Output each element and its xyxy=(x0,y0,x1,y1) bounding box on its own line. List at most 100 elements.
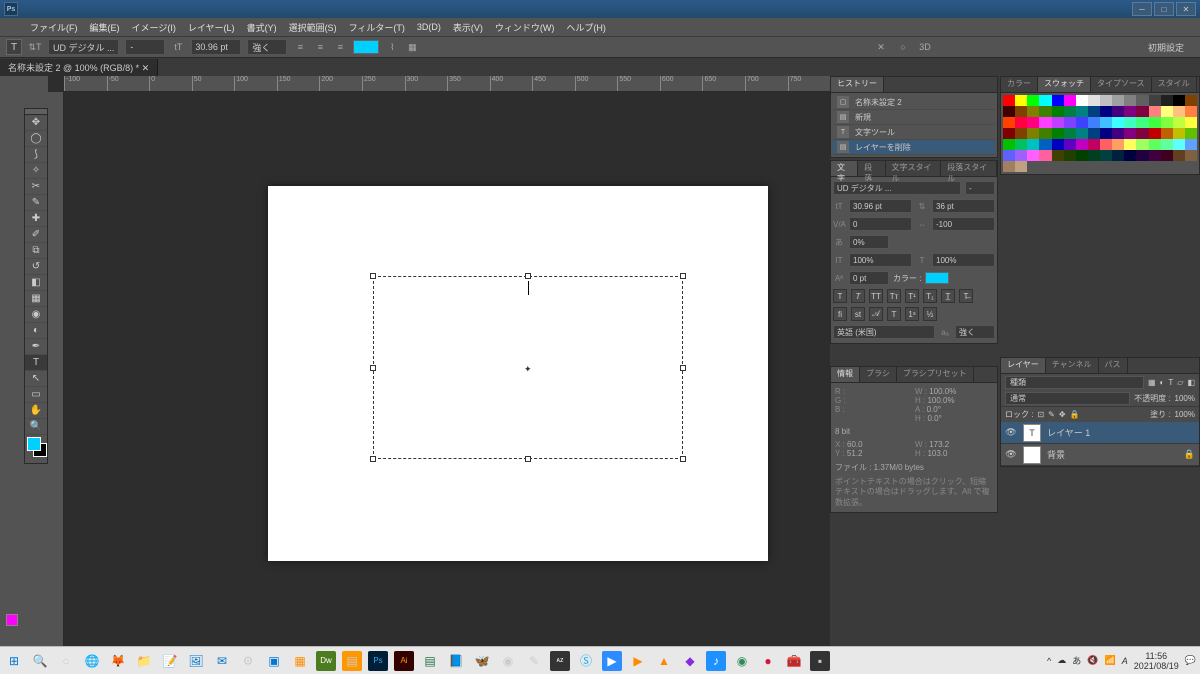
handle-top-right[interactable] xyxy=(680,273,686,279)
dodge-tool[interactable]: ◐ xyxy=(25,323,47,339)
swatch[interactable] xyxy=(1039,150,1051,161)
history-item[interactable]: ▤ 新規 xyxy=(833,110,995,125)
swatch[interactable] xyxy=(1149,150,1161,161)
swatch[interactable] xyxy=(1185,117,1197,128)
excel-icon[interactable]: ▤ xyxy=(420,651,440,671)
tray-ime-icon[interactable]: あ xyxy=(1072,654,1081,667)
blur-tool[interactable]: ◉ xyxy=(25,307,47,323)
underline-button[interactable]: T̲ xyxy=(941,289,955,303)
menu-filter[interactable]: フィルター(T) xyxy=(343,21,411,34)
swatch[interactable] xyxy=(1112,106,1124,117)
vlc-icon[interactable]: ▲ xyxy=(654,651,674,671)
canvas-area[interactable]: -100-50050100150200250300350400450500550… xyxy=(48,76,830,656)
swatch[interactable] xyxy=(1015,95,1027,106)
handle-top-mid[interactable] xyxy=(525,273,531,279)
app-icon-1[interactable]: ▣ xyxy=(264,651,284,671)
swatch[interactable] xyxy=(1088,139,1100,150)
paths-tab[interactable]: パス xyxy=(1099,358,1128,373)
swatch[interactable] xyxy=(1039,139,1051,150)
swatch[interactable] xyxy=(1039,117,1051,128)
cancel-icon[interactable]: ✕ xyxy=(874,40,888,54)
visibility-icon[interactable]: 👁 xyxy=(1005,427,1017,439)
swatch[interactable] xyxy=(1027,95,1039,106)
swatch[interactable] xyxy=(1149,117,1161,128)
menu-file[interactable]: ファイル(F) xyxy=(24,21,84,34)
char-tracking-input[interactable]: -100 xyxy=(932,217,995,231)
app-icon-11[interactable]: ▪ xyxy=(810,651,830,671)
swatch[interactable] xyxy=(1161,117,1173,128)
text-bounding-box[interactable]: ✦ xyxy=(373,276,683,459)
history-tab[interactable]: ヒストリー xyxy=(831,77,884,92)
quick-mask-icon[interactable] xyxy=(6,614,18,626)
menu-help[interactable]: ヘルプ(H) xyxy=(560,21,612,34)
eraser-tool[interactable]: ◧ xyxy=(25,275,47,291)
eyedropper-tool[interactable]: ✎ xyxy=(25,195,47,211)
char-baseline-input[interactable]: 0 pt xyxy=(849,271,889,285)
swatch[interactable] xyxy=(1161,95,1173,106)
3d-icon[interactable]: 3D xyxy=(918,40,932,54)
swatch[interactable] xyxy=(1136,150,1148,161)
swatch[interactable] xyxy=(1052,150,1064,161)
start-button[interactable]: ⊞ xyxy=(4,651,24,671)
swatch[interactable] xyxy=(1027,106,1039,117)
handle-mid-right[interactable] xyxy=(680,365,686,371)
char-panel-icon[interactable]: ▦ xyxy=(405,40,419,54)
filter-shape-icon[interactable]: ▱ xyxy=(1177,378,1183,387)
app-icon-6[interactable]: ✎ xyxy=(524,651,544,671)
char-width-input[interactable]: 100% xyxy=(932,253,995,267)
blend-mode-select[interactable]: 通常 xyxy=(1005,392,1130,405)
swatch[interactable] xyxy=(1088,150,1100,161)
zoom-tool[interactable]: 🔍 xyxy=(25,419,47,435)
app-icon-5[interactable]: ◉ xyxy=(498,651,518,671)
opacity-value[interactable]: 100% xyxy=(1175,394,1195,403)
cortana-icon[interactable]: ○ xyxy=(56,651,76,671)
tray-cloud-icon[interactable]: ☁ xyxy=(1057,655,1066,666)
tray-notification-icon[interactable]: 💬 xyxy=(1185,655,1196,666)
menu-edit[interactable]: 編集(E) xyxy=(84,21,126,34)
swatch[interactable] xyxy=(1039,128,1051,139)
wand-tool[interactable]: ✧ xyxy=(25,163,47,179)
caps-button[interactable]: TT xyxy=(869,289,883,303)
ot-fi[interactable]: fi xyxy=(833,307,847,321)
swatch[interactable] xyxy=(1015,106,1027,117)
italic-button[interactable]: T xyxy=(851,289,865,303)
typesource-tab[interactable]: タイプソース xyxy=(1091,77,1152,92)
char-va-input[interactable]: 0 xyxy=(849,217,912,231)
media-icon[interactable]: ▶ xyxy=(628,651,648,671)
swatch[interactable] xyxy=(1064,95,1076,106)
notepad-icon[interactable]: 📝 xyxy=(160,651,180,671)
document-tab[interactable]: 名称未設定 2 @ 100% (RGB/8) * ✕ xyxy=(0,59,158,76)
font-size-input[interactable]: 30.96 pt xyxy=(191,39,241,55)
swatch[interactable] xyxy=(1100,139,1112,150)
swatch[interactable] xyxy=(1052,95,1064,106)
align-center-icon[interactable]: ≡ xyxy=(313,40,327,54)
menu-type[interactable]: 書式(Y) xyxy=(241,21,283,34)
swatch[interactable] xyxy=(1173,128,1185,139)
swatch[interactable] xyxy=(1124,95,1136,106)
firefox-icon[interactable]: 🦊 xyxy=(108,651,128,671)
hand-tool[interactable]: ✋ xyxy=(25,403,47,419)
char-font-select[interactable]: UD デジタル ... xyxy=(833,181,961,195)
path-tool[interactable]: ↖ xyxy=(25,371,47,387)
explorer-icon[interactable]: 📁 xyxy=(134,651,154,671)
align-left-icon[interactable]: ≡ xyxy=(293,40,307,54)
super-button[interactable]: T¹ xyxy=(905,289,919,303)
sub-button[interactable]: T₁ xyxy=(923,289,937,303)
marquee-tool[interactable]: ◯ xyxy=(25,131,47,147)
visibility-icon[interactable]: 👁 xyxy=(1005,449,1017,461)
ot-ord[interactable]: 1ˢ xyxy=(905,307,919,321)
handle-mid-left[interactable] xyxy=(370,365,376,371)
menu-view[interactable]: 表示(V) xyxy=(447,21,489,34)
swatch[interactable] xyxy=(1076,95,1088,106)
skype-icon[interactable]: Ⓢ xyxy=(576,651,596,671)
swatch[interactable] xyxy=(1173,95,1185,106)
swatch[interactable] xyxy=(1003,139,1015,150)
swatch[interactable] xyxy=(1161,128,1173,139)
swatch[interactable] xyxy=(1100,106,1112,117)
swatch[interactable] xyxy=(1100,117,1112,128)
swatch[interactable] xyxy=(1003,161,1015,172)
char-lang-select[interactable]: 英語 (米国) xyxy=(833,325,935,339)
char-height-input[interactable]: 100% xyxy=(849,253,912,267)
menu-window[interactable]: ウィンドウ(W) xyxy=(489,21,561,34)
settings-icon[interactable]: ⚙ xyxy=(238,651,258,671)
